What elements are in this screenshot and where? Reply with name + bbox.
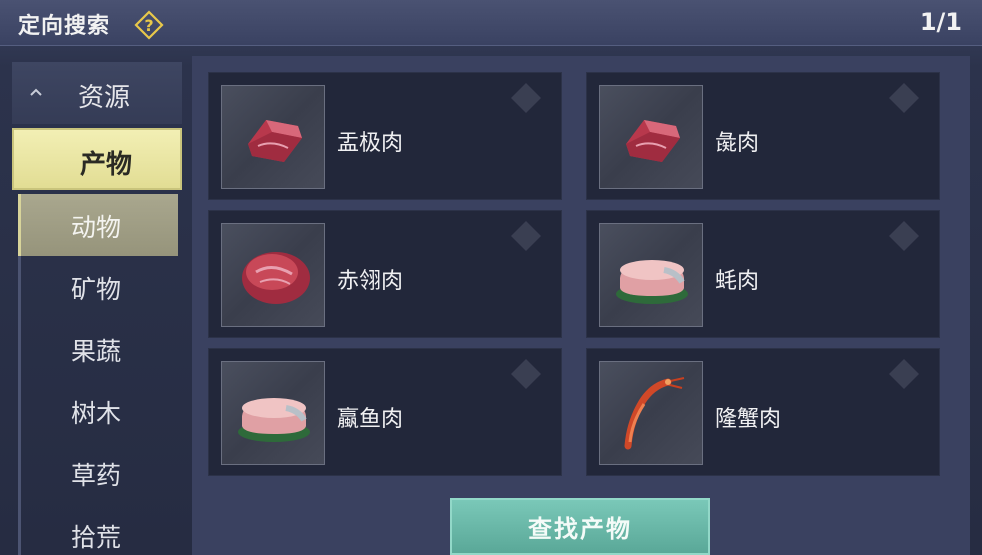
shrimp-icon (624, 377, 685, 450)
sidebar-item-animals[interactable]: 动物 (18, 194, 178, 256)
item-type-list: 动物 矿物 果蔬 树木 草药 拾荒 (18, 194, 178, 555)
fish-steak-icon (238, 398, 310, 442)
product-name: 隆蟹肉 (715, 407, 782, 432)
product-card[interactable]: 蚝肉 (586, 210, 940, 338)
sidebar-item-label: 动物 (71, 213, 122, 242)
sidebar-item-scavenging[interactable]: 拾荒 (18, 504, 178, 555)
product-name: 盂极肉 (337, 131, 404, 156)
chevron-up-icon (30, 88, 42, 96)
product-name: 彘肉 (715, 131, 760, 156)
sidebar-item-label: 果蔬 (71, 337, 122, 366)
diamond-marker-icon (889, 359, 919, 389)
sidebar-item-fruits-vegetables[interactable]: 果蔬 (18, 318, 178, 380)
sidebar-item-minerals[interactable]: 矿物 (18, 256, 178, 318)
product-thumbnail (221, 223, 325, 327)
category-label: 资源 (78, 83, 131, 113)
diamond-marker-icon (889, 221, 919, 251)
diamond-marker-icon (511, 83, 541, 113)
svg-text:?: ? (144, 16, 153, 35)
subcategory-label: 产物 (80, 150, 133, 180)
product-thumbnail (221, 85, 325, 189)
fish-steak-icon (616, 260, 688, 304)
product-thumbnail (599, 361, 703, 465)
find-products-button[interactable]: 查找产物 (450, 498, 710, 555)
product-card[interactable]: 隆蟹肉 (586, 348, 940, 476)
product-name: 蚝肉 (715, 269, 760, 294)
title-bar: 定向搜索 ? 1/1 (0, 0, 982, 46)
product-grid-panel: 盂极肉 彘肉 赤翎肉 蚝肉 蠃鱼肉 隆蟹肉 查找产物 (192, 56, 970, 555)
diamond-marker-icon (511, 359, 541, 389)
product-card[interactable]: 盂极肉 (208, 72, 562, 200)
red-meat-round-icon (242, 252, 310, 304)
sidebar-item-label: 拾荒 (71, 523, 122, 552)
product-name: 蠃鱼肉 (337, 407, 404, 432)
diamond-marker-icon (511, 221, 541, 251)
sidebar-item-trees[interactable]: 树木 (18, 380, 178, 442)
sidebar-item-herbs[interactable]: 草药 (18, 442, 178, 504)
category-sidebar: 资源 产物 动物 矿物 果蔬 树木 草药 拾荒 (12, 62, 182, 555)
directed-search-window: 定向搜索 ? 1/1 资源 产物 动物 矿物 果蔬 树木 草药 拾荒 盂极肉 彘… (0, 0, 982, 555)
red-meat-chunk-icon (248, 120, 302, 162)
page-counter: 1/1 (919, 8, 962, 36)
product-thumbnail (599, 85, 703, 189)
sidebar-item-label: 矿物 (71, 275, 122, 304)
sidebar-item-label: 草药 (71, 461, 122, 490)
diamond-marker-icon (889, 83, 919, 113)
window-title: 定向搜索 (18, 14, 111, 39)
sidebar-item-label: 树木 (71, 399, 122, 428)
product-thumbnail (599, 223, 703, 327)
product-thumbnail (221, 361, 325, 465)
help-icon[interactable]: ? (134, 10, 164, 40)
product-name: 赤翎肉 (337, 269, 404, 294)
product-card[interactable]: 彘肉 (586, 72, 940, 200)
subcategory-products[interactable]: 产物 (12, 128, 182, 190)
category-header-resources[interactable]: 资源 (12, 62, 182, 124)
product-card[interactable]: 赤翎肉 (208, 210, 562, 338)
red-meat-chunk-icon (626, 120, 680, 162)
product-card[interactable]: 蠃鱼肉 (208, 348, 562, 476)
